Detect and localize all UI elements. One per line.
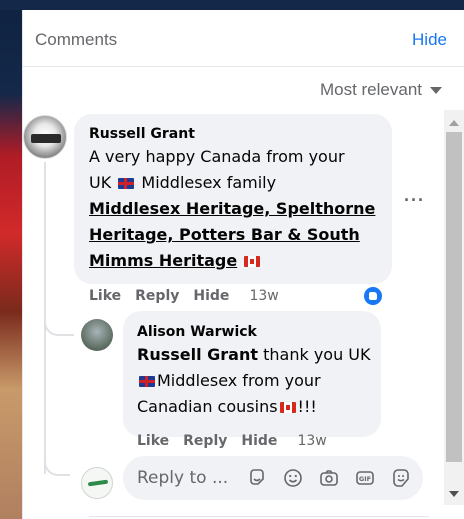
reply-input[interactable]: Reply to ... GIF xyxy=(123,456,423,500)
comment-link-line-1[interactable]: Middlesex Heritage, Spelthorne xyxy=(89,196,389,222)
reply-mention[interactable]: Russell Grant xyxy=(137,345,258,364)
reply-button[interactable]: Reply xyxy=(135,288,179,304)
reply-line-3-text: Canadian cousins xyxy=(137,397,278,416)
scroll-up-icon[interactable] xyxy=(449,120,459,126)
comments-header: Comments Hide xyxy=(23,10,464,67)
uk-flag-icon xyxy=(139,376,155,387)
comment-line-2: UK Middlesex family xyxy=(89,170,389,196)
canada-flag-icon xyxy=(279,402,296,413)
reply-text: Russell Grant thank you UK Middlesex fro… xyxy=(137,342,377,420)
comment-line-6: Mimms Heritage xyxy=(89,248,389,274)
uk-flag-icon xyxy=(118,178,135,189)
scroll-down-icon[interactable] xyxy=(449,491,459,497)
reply-reply-button[interactable]: Reply xyxy=(183,433,227,449)
canada-flag-icon xyxy=(244,256,261,267)
background-top-band xyxy=(0,0,464,10)
reply-timestamp[interactable]: 13w xyxy=(297,433,326,449)
emoji-icon[interactable] xyxy=(283,468,303,488)
avatar-russell-grant[interactable] xyxy=(23,115,67,159)
reply-line-3-end: !!! xyxy=(297,397,317,416)
comments-title: Comments xyxy=(35,30,118,49)
comment-author[interactable]: Russell Grant xyxy=(89,126,195,142)
comment-actions: Like Reply Hide 13w xyxy=(89,288,279,304)
like-button[interactable]: Like xyxy=(89,288,121,304)
gif-icon[interactable]: GIF xyxy=(355,468,375,488)
comment-link-line-2[interactable]: Heritage, Potters Bar & South xyxy=(89,222,389,248)
reply-line-1-rest: thank you UK xyxy=(258,345,371,364)
more-options-icon[interactable]: ··· xyxy=(404,190,425,211)
sort-dropdown[interactable]: Most relevant xyxy=(320,80,442,100)
reply-hide-button[interactable]: Hide xyxy=(241,433,277,449)
reply-line-3: Canadian cousins!!! xyxy=(137,394,377,420)
hide-button[interactable]: Hide xyxy=(193,288,229,304)
reply-line-1: Russell Grant thank you UK xyxy=(137,342,377,368)
scrollbar[interactable] xyxy=(444,110,464,505)
comments-panel: Comments Hide Most relevant Russell Gran… xyxy=(22,10,464,519)
comment-line-2-uk: UK xyxy=(89,173,112,192)
reply-placeholder: Reply to ... xyxy=(137,468,229,488)
avatar-sticker-icon[interactable] xyxy=(391,468,411,488)
sticker-icon[interactable] xyxy=(247,468,267,488)
camera-icon[interactable] xyxy=(319,468,339,488)
comment-timestamp[interactable]: 13w xyxy=(249,288,278,304)
divider xyxy=(89,516,429,517)
reply-like-button[interactable]: Like xyxy=(137,433,169,449)
sort-label: Most relevant xyxy=(319,80,422,99)
comment-line-2-rest: Middlesex family xyxy=(141,173,277,192)
avatar-badge xyxy=(31,134,61,143)
thread-connector-reply xyxy=(44,310,74,336)
chevron-down-icon xyxy=(430,86,442,94)
reply-actions: Like Reply Hide 13w xyxy=(137,433,327,449)
reply-line-2-text: Middlesex from your xyxy=(157,371,321,390)
reply-line-2: Middlesex from your xyxy=(137,368,377,394)
comment-link-line-3[interactable]: Mimms Heritage xyxy=(89,251,237,270)
comment-line-1: A very happy Canada from your xyxy=(89,147,345,166)
scrollbar-thumb[interactable] xyxy=(446,132,462,462)
comment-text: A very happy Canada from your UK Middles… xyxy=(89,144,389,274)
reply-author[interactable]: Alison Warwick xyxy=(137,324,257,340)
hide-comments-button[interactable]: Hide xyxy=(412,30,447,50)
avatar-alison-warwick[interactable] xyxy=(81,319,113,351)
svg-text:GIF: GIF xyxy=(359,475,371,483)
reply-bubble: Alison Warwick Russell Grant thank you U… xyxy=(123,311,381,437)
comment-bubble: Russell Grant A very happy Canada from y… xyxy=(74,114,392,284)
current-user-avatar xyxy=(81,467,113,499)
like-reaction-icon[interactable] xyxy=(362,285,384,307)
thread-connector-replybox xyxy=(44,450,70,476)
